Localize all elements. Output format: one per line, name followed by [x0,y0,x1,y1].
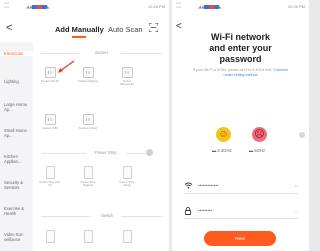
socket-icon [82,114,94,125]
wifi-name-value: ••••••••••••• [198,183,219,188]
device-power-strip-wifi[interactable]: Power Strip (Wi-Fi) [39,166,61,188]
status-icons: ◢◢ ◣ [198,4,222,9]
frequency-hint: If your Wi-Fi is 5GHz, please set it to … [190,68,291,77]
device-socket-bluetooth[interactable]: Socket (Bluetooth) [116,67,138,87]
device-label: Socket (other) [78,126,98,130]
sidebar-item-security-sensors[interactable]: Security & Sensors [0,180,33,190]
device-socket-zigbee[interactable]: Socket (Zigbee) [77,67,99,83]
sidebar-item-large-home-appliances[interactable]: Large Home Ap... [0,102,33,112]
socket-icon [82,67,94,78]
lock-icon [184,207,192,215]
socket-icon [44,67,56,78]
tab-auto-scan[interactable]: Auto Scan [108,25,143,34]
top-bar: < Add Manually Auto Scan [0,18,169,42]
section-title-switch: Switch [101,213,114,218]
freq-label: 2.4GHz [217,148,232,153]
show-password-icon[interactable]: — [294,209,298,213]
divider [41,153,87,154]
tab-add-manually[interactable]: Add Manually [55,25,104,34]
page-title: Wi-Fi network and enter your password [172,32,309,65]
power-strip-icon [83,166,93,179]
router-icon: ▬ [212,148,217,153]
switch-icon [122,230,132,243]
divider [41,53,79,54]
divider [127,153,145,154]
divider [41,216,91,217]
carrier-text: ▪▪▪▪▪ ▪▪▪▪▪ [4,1,10,9]
wifi-icon [184,182,193,189]
router-icon: ▬ [249,148,254,153]
password-value: ••••••••• [198,208,213,213]
section-title-socket: Socket [95,50,108,55]
power-strip-icon [45,166,55,179]
freq-label: 5GHz [254,148,266,153]
status-bar: ▪▪▪▪▪ ▪▪▪▪▪ ◢◢ ◣ 12:26 PM [172,0,309,13]
next-button[interactable]: Next [204,231,276,246]
device-label: Socket (NB) [42,126,58,130]
device-socket-other[interactable]: Socket (other) [77,114,99,130]
back-button[interactable]: < [6,22,12,34]
scan-icon[interactable] [149,23,158,32]
device-category-screen: ▪▪▪▪▪ ▪▪▪▪▪ ◢◢ ◣ 12:26 PM < Add Manually A… [0,0,169,251]
status-time: 12:26 PM [147,4,165,9]
device-switch-3[interactable] [116,230,138,243]
divider [121,216,163,217]
device-label: Power Strip (other) [119,180,135,188]
pointer-arrow-icon [58,60,75,73]
sidebar-item-electrician[interactable]: Electrician [0,51,33,56]
back-button[interactable]: < [176,21,182,32]
socket-icon [44,114,56,125]
switch-network-icon[interactable]: ⇄ [295,184,298,188]
title-line: Wi-Fi network [211,32,270,42]
status-icons: ◢◢ ◣ [26,4,50,9]
power-strip-icon [122,166,132,179]
sidebar-item-small-home-appliances[interactable]: Small Home Ap... [0,128,33,138]
switch-icon [83,230,93,243]
carrier-text: ▪▪▪▪▪ ▪▪▪▪▪ [176,1,182,9]
device-power-strip-zigbee[interactable]: Power Strip (Zigbee) [77,166,99,188]
device-socket-nb[interactable]: Socket (NB) [39,114,61,130]
divider [121,53,163,54]
divider [184,218,298,219]
sidebar-item-kitchen-appliances[interactable]: Kitchen Applian... [0,154,33,164]
divider [184,193,298,194]
wifi-setup-screen: ▪▪▪▪▪ ▪▪▪▪▪ ◢◢ ◣ 12:26 PM < Wi-Fi network … [172,0,309,251]
device-power-strip-other[interactable]: Power Strip (other) [116,166,138,188]
device-switch-2[interactable] [77,230,99,243]
title-line: and enter your [209,43,272,53]
sidebar-item-lighting[interactable]: Lighting [0,79,33,84]
unsupported-frown-icon: ☹ [252,127,267,142]
status-bar: ▪▪▪▪▪ ▪▪▪▪▪ ◢◢ ◣ 12:26 PM [0,0,169,13]
floating-dot[interactable] [299,132,305,138]
device-label: Power Strip (Wi-Fi) [39,180,61,188]
freq-2-4ghz: ▬ 2.4GHz [212,148,232,153]
switch-icon [45,230,55,243]
active-tab-indicator [72,36,86,38]
sidebar-item-exercise-health[interactable]: Exercise & Health [0,206,33,216]
device-list: Socket Socket (Wi-Fi) Socket (Zigbee) So… [33,42,169,251]
title-line: password [219,54,262,64]
hint-text: If your Wi-Fi is 5GHz, please set it to … [193,68,273,72]
category-sidebar: Electrician Lighting Large Home Ap... Sm… [0,42,33,251]
device-label: Socket (Bluetooth) [119,79,135,87]
section-title-power-strip: Power Strip [95,150,117,155]
device-label: Power Strip (Zigbee) [80,180,96,188]
collapse-toggle[interactable] [146,149,153,156]
socket-icon [121,67,133,78]
freq-5ghz: ▬ 5GHz [249,148,265,153]
status-time: 12:26 PM [287,4,305,9]
supported-smile-icon: ☺ [216,127,231,142]
device-label: Socket (Zigbee) [77,79,99,83]
device-switch-1[interactable] [39,230,61,243]
wifi-name-field[interactable]: ••••••••••••• ⇄ [184,180,298,194]
device-label: Socket (Wi-Fi) [40,79,60,83]
sidebar-item-video-surveillance[interactable]: Video Sur-veillance [0,232,33,242]
password-field[interactable]: ••••••••• — [184,205,298,219]
